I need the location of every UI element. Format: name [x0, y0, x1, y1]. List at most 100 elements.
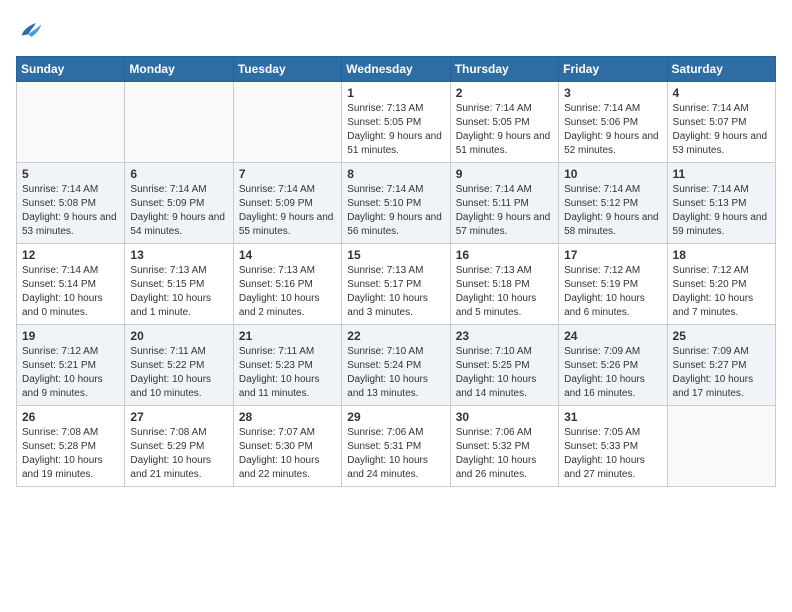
calendar-day-cell: 10 Sunrise: 7:14 AM Sunset: 5:12 PM Dayl…: [559, 163, 667, 244]
day-info: Sunrise: 7:13 AM Sunset: 5:05 PM Dayligh…: [347, 102, 444, 158]
day-number: 25: [673, 329, 770, 343]
weekday-header: Wednesday: [342, 57, 450, 82]
day-info: Sunrise: 7:09 AM Sunset: 5:27 PM Dayligh…: [673, 345, 770, 401]
calendar-day-cell: 4 Sunrise: 7:14 AM Sunset: 5:07 PM Dayli…: [667, 82, 775, 163]
calendar-day-cell: 3 Sunrise: 7:14 AM Sunset: 5:06 PM Dayli…: [559, 82, 667, 163]
calendar-day-cell: 9 Sunrise: 7:14 AM Sunset: 5:11 PM Dayli…: [450, 163, 558, 244]
calendar-day-cell: 7 Sunrise: 7:14 AM Sunset: 5:09 PM Dayli…: [233, 163, 341, 244]
day-info: Sunrise: 7:08 AM Sunset: 5:29 PM Dayligh…: [130, 426, 227, 482]
day-info: Sunrise: 7:12 AM Sunset: 5:20 PM Dayligh…: [673, 264, 770, 320]
day-info: Sunrise: 7:14 AM Sunset: 5:09 PM Dayligh…: [130, 183, 227, 239]
calendar-day-cell: 13 Sunrise: 7:13 AM Sunset: 5:15 PM Dayl…: [125, 244, 233, 325]
day-number: 18: [673, 248, 770, 262]
day-number: 21: [239, 329, 336, 343]
day-number: 23: [456, 329, 553, 343]
day-info: Sunrise: 7:06 AM Sunset: 5:31 PM Dayligh…: [347, 426, 444, 482]
calendar-header-row: SundayMondayTuesdayWednesdayThursdayFrid…: [17, 57, 776, 82]
calendar-day-cell: 22 Sunrise: 7:10 AM Sunset: 5:24 PM Dayl…: [342, 325, 450, 406]
day-info: Sunrise: 7:14 AM Sunset: 5:06 PM Dayligh…: [564, 102, 661, 158]
calendar-day-cell: [17, 82, 125, 163]
weekday-header: Tuesday: [233, 57, 341, 82]
calendar-day-cell: 27 Sunrise: 7:08 AM Sunset: 5:29 PM Dayl…: [125, 406, 233, 487]
day-info: Sunrise: 7:14 AM Sunset: 5:05 PM Dayligh…: [456, 102, 553, 158]
calendar-day-cell: 8 Sunrise: 7:14 AM Sunset: 5:10 PM Dayli…: [342, 163, 450, 244]
weekday-header: Friday: [559, 57, 667, 82]
weekday-header: Saturday: [667, 57, 775, 82]
day-info: Sunrise: 7:07 AM Sunset: 5:30 PM Dayligh…: [239, 426, 336, 482]
calendar-week-row: 5 Sunrise: 7:14 AM Sunset: 5:08 PM Dayli…: [17, 163, 776, 244]
day-info: Sunrise: 7:05 AM Sunset: 5:33 PM Dayligh…: [564, 426, 661, 482]
day-info: Sunrise: 7:11 AM Sunset: 5:22 PM Dayligh…: [130, 345, 227, 401]
calendar-day-cell: 12 Sunrise: 7:14 AM Sunset: 5:14 PM Dayl…: [17, 244, 125, 325]
day-number: 14: [239, 248, 336, 262]
day-info: Sunrise: 7:13 AM Sunset: 5:16 PM Dayligh…: [239, 264, 336, 320]
day-info: Sunrise: 7:14 AM Sunset: 5:13 PM Dayligh…: [673, 183, 770, 239]
day-info: Sunrise: 7:09 AM Sunset: 5:26 PM Dayligh…: [564, 345, 661, 401]
day-info: Sunrise: 7:13 AM Sunset: 5:17 PM Dayligh…: [347, 264, 444, 320]
day-number: 24: [564, 329, 661, 343]
day-info: Sunrise: 7:13 AM Sunset: 5:18 PM Dayligh…: [456, 264, 553, 320]
day-number: 5: [22, 167, 119, 181]
calendar-day-cell: 26 Sunrise: 7:08 AM Sunset: 5:28 PM Dayl…: [17, 406, 125, 487]
day-number: 15: [347, 248, 444, 262]
calendar-day-cell: 24 Sunrise: 7:09 AM Sunset: 5:26 PM Dayl…: [559, 325, 667, 406]
day-number: 4: [673, 86, 770, 100]
calendar-day-cell: 20 Sunrise: 7:11 AM Sunset: 5:22 PM Dayl…: [125, 325, 233, 406]
day-number: 31: [564, 410, 661, 424]
day-number: 16: [456, 248, 553, 262]
day-number: 1: [347, 86, 444, 100]
calendar-day-cell: 11 Sunrise: 7:14 AM Sunset: 5:13 PM Dayl…: [667, 163, 775, 244]
calendar-day-cell: 19 Sunrise: 7:12 AM Sunset: 5:21 PM Dayl…: [17, 325, 125, 406]
calendar-week-row: 12 Sunrise: 7:14 AM Sunset: 5:14 PM Dayl…: [17, 244, 776, 325]
day-info: Sunrise: 7:12 AM Sunset: 5:19 PM Dayligh…: [564, 264, 661, 320]
calendar-day-cell: 25 Sunrise: 7:09 AM Sunset: 5:27 PM Dayl…: [667, 325, 775, 406]
page-header: [16, 16, 776, 44]
day-info: Sunrise: 7:14 AM Sunset: 5:08 PM Dayligh…: [22, 183, 119, 239]
day-number: 10: [564, 167, 661, 181]
day-number: 9: [456, 167, 553, 181]
day-number: 17: [564, 248, 661, 262]
day-info: Sunrise: 7:14 AM Sunset: 5:10 PM Dayligh…: [347, 183, 444, 239]
day-number: 3: [564, 86, 661, 100]
day-number: 8: [347, 167, 444, 181]
weekday-header: Thursday: [450, 57, 558, 82]
day-number: 12: [22, 248, 119, 262]
day-number: 26: [22, 410, 119, 424]
day-number: 28: [239, 410, 336, 424]
day-info: Sunrise: 7:06 AM Sunset: 5:32 PM Dayligh…: [456, 426, 553, 482]
day-number: 20: [130, 329, 227, 343]
day-number: 2: [456, 86, 553, 100]
day-number: 19: [22, 329, 119, 343]
calendar-day-cell: 15 Sunrise: 7:13 AM Sunset: 5:17 PM Dayl…: [342, 244, 450, 325]
calendar-day-cell: [125, 82, 233, 163]
day-info: Sunrise: 7:14 AM Sunset: 5:09 PM Dayligh…: [239, 183, 336, 239]
calendar-day-cell: [233, 82, 341, 163]
calendar-day-cell: 16 Sunrise: 7:13 AM Sunset: 5:18 PM Dayl…: [450, 244, 558, 325]
logo: [16, 16, 48, 44]
day-number: 6: [130, 167, 227, 181]
day-number: 7: [239, 167, 336, 181]
calendar-day-cell: 29 Sunrise: 7:06 AM Sunset: 5:31 PM Dayl…: [342, 406, 450, 487]
day-info: Sunrise: 7:10 AM Sunset: 5:25 PM Dayligh…: [456, 345, 553, 401]
calendar-day-cell: 1 Sunrise: 7:13 AM Sunset: 5:05 PM Dayli…: [342, 82, 450, 163]
calendar-week-row: 1 Sunrise: 7:13 AM Sunset: 5:05 PM Dayli…: [17, 82, 776, 163]
calendar-week-row: 19 Sunrise: 7:12 AM Sunset: 5:21 PM Dayl…: [17, 325, 776, 406]
day-info: Sunrise: 7:11 AM Sunset: 5:23 PM Dayligh…: [239, 345, 336, 401]
calendar-day-cell: 5 Sunrise: 7:14 AM Sunset: 5:08 PM Dayli…: [17, 163, 125, 244]
day-info: Sunrise: 7:13 AM Sunset: 5:15 PM Dayligh…: [130, 264, 227, 320]
calendar-day-cell: 30 Sunrise: 7:06 AM Sunset: 5:32 PM Dayl…: [450, 406, 558, 487]
day-info: Sunrise: 7:14 AM Sunset: 5:12 PM Dayligh…: [564, 183, 661, 239]
day-number: 27: [130, 410, 227, 424]
day-info: Sunrise: 7:10 AM Sunset: 5:24 PM Dayligh…: [347, 345, 444, 401]
weekday-header: Monday: [125, 57, 233, 82]
calendar-day-cell: 2 Sunrise: 7:14 AM Sunset: 5:05 PM Dayli…: [450, 82, 558, 163]
day-info: Sunrise: 7:08 AM Sunset: 5:28 PM Dayligh…: [22, 426, 119, 482]
calendar-day-cell: [667, 406, 775, 487]
calendar-day-cell: 14 Sunrise: 7:13 AM Sunset: 5:16 PM Dayl…: [233, 244, 341, 325]
day-info: Sunrise: 7:12 AM Sunset: 5:21 PM Dayligh…: [22, 345, 119, 401]
day-number: 29: [347, 410, 444, 424]
weekday-header: Sunday: [17, 57, 125, 82]
calendar-table: SundayMondayTuesdayWednesdayThursdayFrid…: [16, 56, 776, 487]
day-info: Sunrise: 7:14 AM Sunset: 5:07 PM Dayligh…: [673, 102, 770, 158]
day-number: 11: [673, 167, 770, 181]
